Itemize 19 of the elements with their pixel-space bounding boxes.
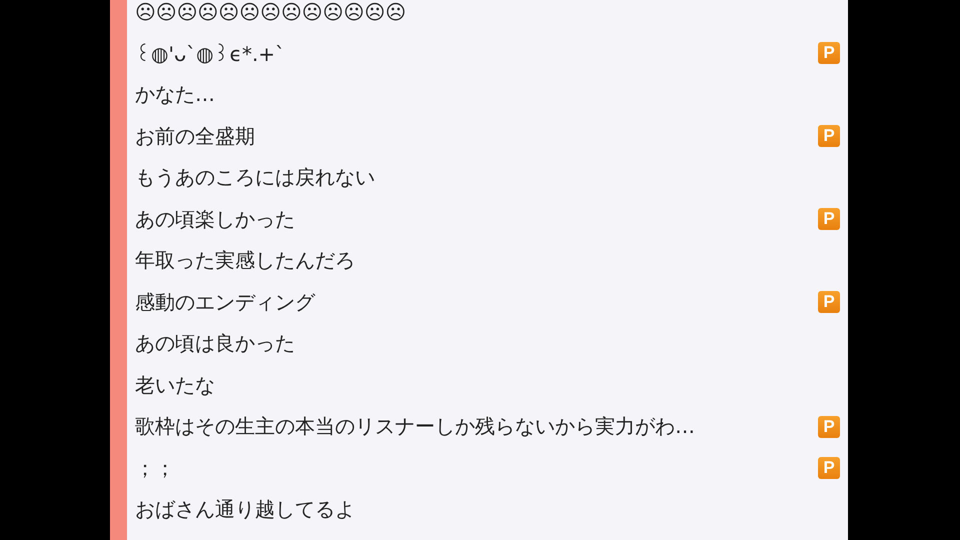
premium-badge: P bbox=[818, 208, 840, 230]
comment-text: ꒰◍'ᴗ`◍꒱ϵ*.+` bbox=[135, 41, 286, 66]
comment-text: ☹☹☹☹☹☹☹☹☹☹☹☹☹ bbox=[135, 0, 406, 24]
premium-badge: P bbox=[818, 42, 840, 64]
comment-text: 老いたな bbox=[135, 372, 215, 399]
comment-text: 感動のエンディング bbox=[135, 288, 315, 316]
comment-text: お前の全盛期 bbox=[135, 122, 255, 150]
comment-text: 年取った実感したんだろ bbox=[135, 247, 355, 274]
comment-text: 歌枠はその生主の本当のリスナーしか残らないから実力がわ… bbox=[135, 413, 695, 440]
comment-text: あの頃楽しかった bbox=[135, 206, 295, 233]
comment-text: おばさん通り越してるよ bbox=[135, 496, 355, 524]
comment-text: ；； bbox=[135, 454, 175, 482]
premium-badge: P bbox=[818, 457, 840, 480]
comment-text: かなた… bbox=[135, 81, 215, 108]
premium-badge: P bbox=[818, 291, 840, 314]
comment-text: あの頃は良かった bbox=[135, 330, 295, 358]
comment-text: もうあのころには戻れない bbox=[135, 164, 375, 192]
premium-badge: P bbox=[818, 125, 840, 148]
premium-badge: P bbox=[818, 416, 840, 438]
